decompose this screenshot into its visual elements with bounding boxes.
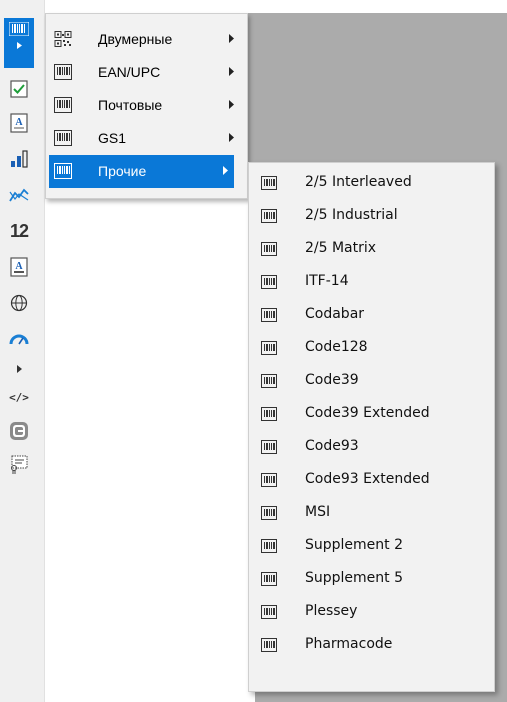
barcode-icon	[261, 539, 277, 553]
expand-arrow-icon	[16, 365, 22, 373]
gauge-tool-icon	[9, 334, 29, 345]
barcode-icon	[261, 242, 277, 256]
globe-tool-icon	[10, 294, 28, 312]
barcode-icon	[261, 407, 277, 421]
toolbar-text-frame-button[interactable]: A	[6, 254, 32, 280]
barcode-type-item[interactable]: Code39	[249, 365, 494, 398]
barcode-icon	[54, 64, 72, 80]
other-barcodes-submenu: 2/5 Interleaved 2/5 Industrial 2/5 Matri…	[248, 162, 495, 692]
barcode-icon	[261, 638, 277, 652]
text-frame-tool-icon: A	[10, 257, 28, 277]
checkbox-tool-icon	[10, 80, 28, 98]
chevron-right-icon	[223, 166, 228, 175]
barcode-type-label: Code93	[305, 438, 359, 454]
barcode-type-item[interactable]: ITF-14	[249, 266, 494, 299]
toolbar-shape-button[interactable]	[6, 418, 32, 444]
chevron-right-icon	[229, 67, 234, 76]
toolbar-barcode-button[interactable]	[4, 18, 34, 68]
barcode-type-item[interactable]: Code128	[249, 332, 494, 365]
barcode-type-label: Codabar	[305, 306, 365, 322]
line-chart-tool-icon	[9, 188, 29, 202]
barcode-type-label: Code93 Extended	[305, 471, 430, 487]
barcode-icon	[261, 341, 277, 355]
barcode-tool-icon	[9, 22, 29, 36]
barcode-icon	[54, 130, 72, 146]
code-tool-icon: </>	[9, 390, 29, 404]
barcode-type-item[interactable]: Supplement 2	[249, 530, 494, 563]
barcode-type-item[interactable]: Codabar	[249, 299, 494, 332]
barcode-icon	[261, 506, 277, 520]
menu-item-other[interactable]: Прочие	[49, 155, 234, 188]
certificate-tool-icon	[11, 455, 28, 474]
barcode-type-label: 2/5 Industrial	[305, 207, 398, 223]
menu-item-2d[interactable]: Двумерные	[46, 23, 247, 56]
menu-item-gs1[interactable]: GS1	[46, 122, 247, 155]
barcode-icon	[261, 572, 277, 586]
chevron-right-icon	[229, 100, 234, 109]
number-tool-icon: 12	[9, 220, 29, 241]
barcode-type-item[interactable]: Supplement 5	[249, 563, 494, 596]
barcode-icon	[54, 163, 72, 179]
menu-item-label: GS1	[98, 130, 127, 146]
barcode-type-label: Supplement 2	[305, 537, 404, 553]
toolbar-gauge-button[interactable]	[6, 326, 32, 352]
bar-chart-tool-icon	[11, 150, 28, 168]
barcode-icon	[261, 308, 277, 322]
barcode-icon	[261, 176, 277, 190]
barcode-type-label: Code39	[305, 372, 359, 388]
barcode-type-item[interactable]: MSI	[249, 497, 494, 530]
barcode-type-item[interactable]: 2/5 Interleaved	[249, 167, 494, 200]
text-tool-icon: A	[10, 113, 28, 133]
toolbar-text-button[interactable]: A	[6, 110, 32, 136]
toolbar-number-button[interactable]: 12	[6, 218, 32, 244]
menu-item-label: Двумерные	[98, 31, 173, 47]
barcode-type-label: 2/5 Interleaved	[305, 174, 412, 190]
barcode-type-label: MSI	[305, 504, 331, 520]
shape-tool-icon	[10, 422, 28, 440]
toolbar-line-chart-button[interactable]	[6, 182, 32, 208]
barcode-type-label: Code128	[305, 339, 368, 355]
menu-item-label: EAN/UPC	[98, 64, 161, 80]
menu-item-label: Почтовые	[98, 97, 163, 113]
barcode-icon	[261, 275, 277, 289]
barcode-icon	[261, 440, 277, 454]
barcode-type-label: Pharmacode	[305, 636, 393, 652]
barcode-type-item[interactable]: Code39 Extended	[249, 398, 494, 431]
qr-code-icon	[54, 31, 72, 47]
barcode-icon	[261, 605, 277, 619]
toolbar-code-button[interactable]: </>	[6, 384, 32, 410]
barcode-type-item[interactable]: 2/5 Matrix	[249, 233, 494, 266]
barcode-icon	[261, 209, 277, 223]
barcode-icon	[261, 473, 277, 487]
toolbar-expand-button[interactable]	[6, 356, 32, 382]
menu-item-label: Прочие	[98, 163, 147, 179]
svg-text:A: A	[15, 117, 23, 128]
barcode-type-item[interactable]: Code93	[249, 431, 494, 464]
barcode-type-label: ITF-14	[305, 273, 349, 289]
svg-text:A: A	[15, 261, 23, 272]
components-toolbar: A 12 A </>	[0, 0, 45, 702]
barcode-icon	[54, 97, 72, 113]
barcode-category-menu: Двумерные EAN/UPC Почтовые GS1 Прочие	[45, 13, 248, 199]
chevron-right-icon	[229, 34, 234, 43]
submenu-arrow-icon	[16, 42, 22, 49]
toolbar-globe-button[interactable]	[6, 290, 32, 316]
barcode-type-item[interactable]: Pharmacode	[249, 629, 494, 662]
toolbar-checkbox-button[interactable]	[6, 76, 32, 102]
barcode-type-label: Code39 Extended	[305, 405, 430, 421]
workspace-lower-area	[45, 199, 255, 702]
barcode-type-label: Plessey	[305, 603, 358, 619]
barcode-type-label: Supplement 5	[305, 570, 404, 586]
toolbar-bar-chart-button[interactable]	[6, 146, 32, 172]
barcode-icon	[261, 374, 277, 388]
barcode-type-label: 2/5 Matrix	[305, 240, 377, 256]
menu-item-ean-upc[interactable]: EAN/UPC	[46, 56, 247, 89]
barcode-type-item[interactable]: Code93 Extended	[249, 464, 494, 497]
menu-item-postal[interactable]: Почтовые	[46, 89, 247, 122]
barcode-type-item[interactable]: 2/5 Industrial	[249, 200, 494, 233]
chevron-right-icon	[229, 133, 234, 142]
toolbar-certificate-button[interactable]	[6, 452, 32, 478]
barcode-type-item[interactable]: Plessey	[249, 596, 494, 629]
